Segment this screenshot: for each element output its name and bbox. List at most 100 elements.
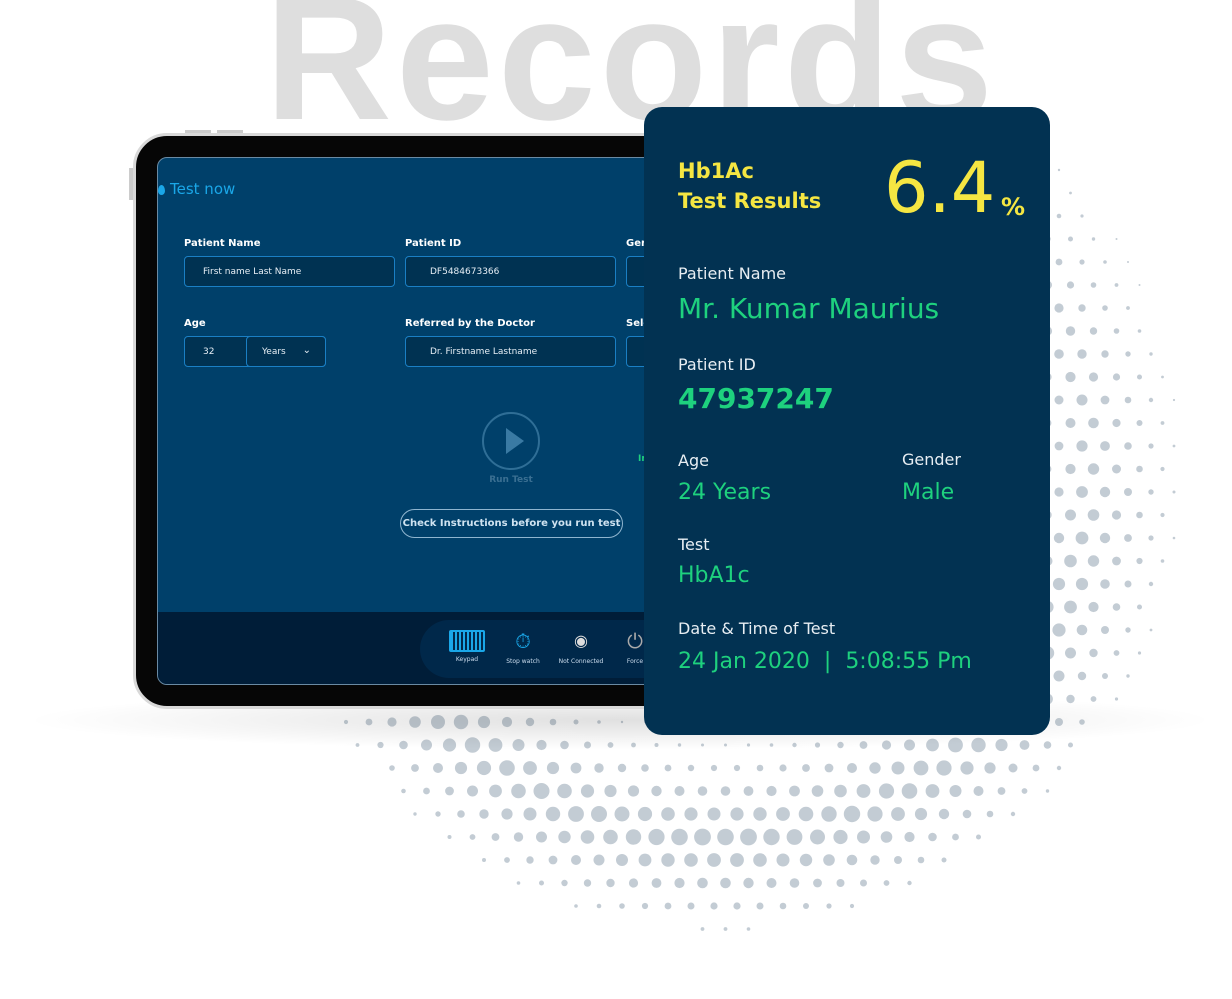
dot — [1045, 789, 1050, 793]
dot — [834, 784, 847, 798]
dot — [1137, 604, 1142, 610]
dot — [536, 831, 547, 843]
dot — [1160, 512, 1165, 518]
dot — [753, 853, 767, 867]
check-instructions-button[interactable]: Check Instructions before you run test — [400, 509, 623, 538]
dot — [697, 786, 708, 796]
dot — [687, 764, 695, 772]
doctor-label: Referred by the Doctor — [405, 318, 535, 329]
dot — [1065, 647, 1076, 659]
wifi-button[interactable]: ◉ Not Connected — [556, 628, 606, 665]
dot — [1127, 261, 1129, 263]
dot — [1136, 420, 1143, 426]
dot — [870, 855, 880, 865]
dot — [914, 807, 928, 821]
dot — [570, 762, 582, 774]
dot — [651, 878, 662, 888]
dot — [1160, 559, 1165, 563]
dot — [1052, 623, 1066, 637]
dot — [1066, 281, 1075, 289]
dock-label: Keypad — [455, 656, 479, 663]
dot — [580, 784, 595, 798]
dot — [847, 763, 857, 773]
dot — [710, 764, 718, 772]
dot — [1113, 650, 1120, 656]
dot — [856, 784, 871, 798]
dot — [1137, 374, 1142, 380]
patient-id-input[interactable]: DF5484673366 — [405, 256, 616, 287]
patient-name-input[interactable]: First name Last Name — [184, 256, 395, 287]
dot — [571, 855, 581, 865]
dot — [941, 857, 947, 863]
result-value: 6.4 — [884, 147, 996, 229]
dot — [936, 760, 952, 776]
dot — [1075, 531, 1089, 545]
dot — [504, 857, 510, 863]
dot — [694, 828, 711, 846]
tablet-top-button — [217, 130, 243, 133]
dot — [1138, 284, 1141, 286]
dot — [401, 788, 406, 794]
dot — [664, 902, 672, 910]
dot — [756, 902, 764, 910]
time-value: 5:08:55 Pm — [845, 649, 972, 674]
dot — [684, 853, 698, 867]
dot — [1079, 259, 1085, 265]
dot — [1064, 600, 1077, 614]
dot — [1136, 557, 1143, 565]
age-label: Age — [184, 318, 206, 329]
dot — [580, 830, 595, 844]
dot — [733, 764, 741, 772]
dock: Keypad ⏱ Stop watch ◉ Not Connected ⏻ Force — [420, 620, 676, 678]
dot — [476, 760, 492, 776]
dot — [962, 809, 972, 819]
dot — [545, 806, 561, 822]
dot — [516, 881, 521, 885]
doctor-input[interactable]: Dr. Firstname Lastname — [405, 336, 616, 367]
dot — [661, 853, 675, 867]
result-unit: % — [1001, 193, 1026, 221]
dot — [671, 828, 688, 846]
stopwatch-button[interactable]: ⏱ Stop watch — [498, 628, 548, 665]
dot — [894, 856, 902, 864]
run-test-button[interactable] — [482, 412, 540, 470]
dot — [723, 927, 728, 931]
dot — [1054, 395, 1064, 405]
dot — [1087, 463, 1100, 475]
dot — [489, 784, 502, 798]
dot — [1112, 464, 1121, 474]
dot — [707, 853, 721, 867]
dot — [1065, 326, 1076, 336]
dot — [878, 783, 895, 799]
patient-name-label: Patient Name — [678, 264, 786, 283]
dot — [697, 877, 708, 889]
dot — [454, 761, 468, 775]
dot — [789, 785, 800, 797]
dot — [743, 786, 754, 796]
dot — [1124, 580, 1132, 588]
dot — [574, 904, 578, 908]
dot — [891, 807, 905, 821]
dot — [743, 877, 754, 889]
age-unit-select[interactable]: Years ⌄ — [246, 336, 326, 367]
dot — [606, 878, 615, 888]
dot — [558, 830, 571, 844]
dot — [526, 856, 534, 864]
dot — [523, 761, 537, 775]
dot — [740, 828, 757, 846]
keypad-button[interactable]: Keypad — [442, 628, 492, 663]
dot — [561, 879, 568, 887]
chevron-down-icon: ⌄ — [302, 345, 311, 356]
dot — [802, 764, 810, 772]
dot — [469, 834, 476, 840]
dot — [869, 762, 881, 774]
dot — [614, 806, 630, 822]
dot — [1032, 764, 1040, 772]
dock-label: Stop watch — [506, 658, 540, 665]
dot — [803, 903, 809, 909]
wifi-icon: ◉ — [574, 631, 588, 650]
dot — [1136, 511, 1143, 519]
dot — [1008, 763, 1018, 773]
dot — [1043, 741, 1052, 749]
dot — [1103, 260, 1107, 264]
